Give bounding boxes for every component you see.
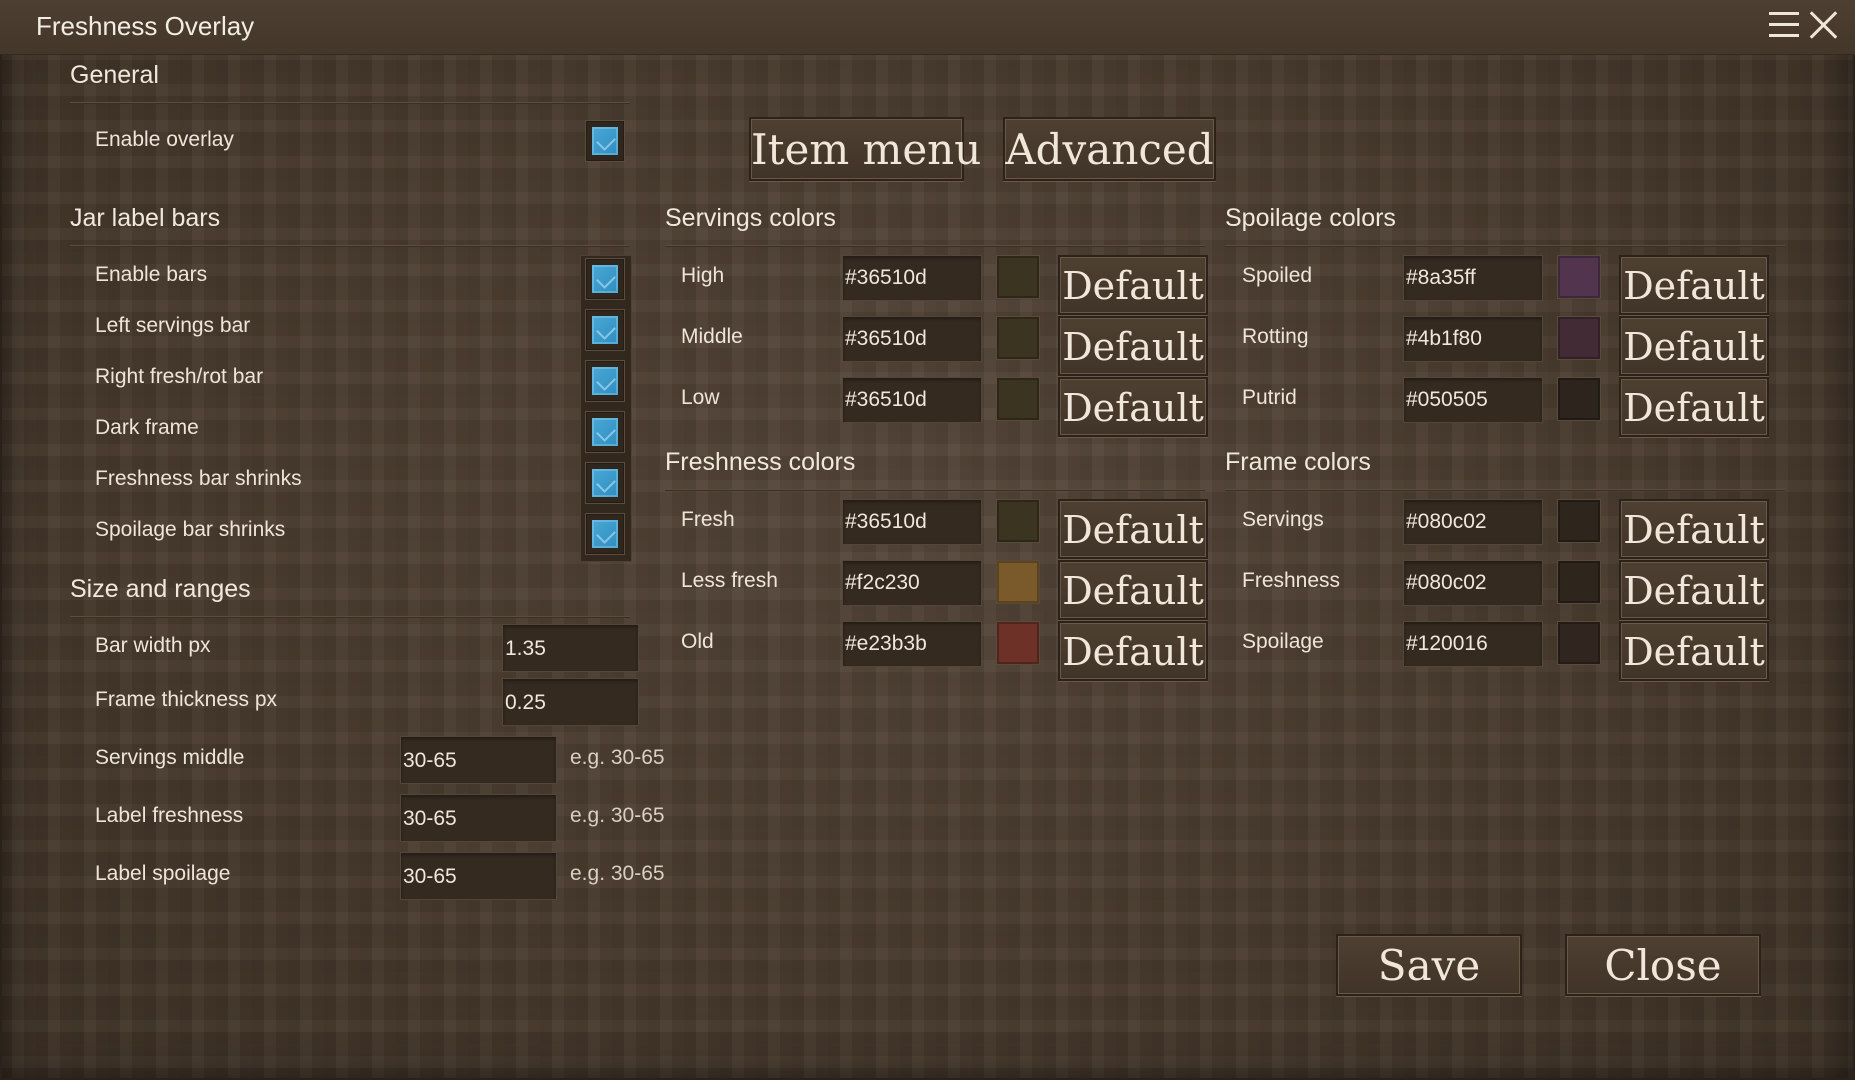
frame-spoilage-default-button[interactable]: Default xyxy=(1619,621,1769,681)
rotting-color-swatch[interactable] xyxy=(1557,316,1601,360)
enable-bars-checkbox[interactable] xyxy=(585,258,625,300)
bar-width-label: Bar width px xyxy=(95,634,211,657)
close-icon[interactable] xyxy=(1809,10,1839,40)
servings-middle-label: Servings middle xyxy=(95,746,245,769)
section-spoilage-colors-heading: Spoilage colors xyxy=(1225,204,1396,232)
hamburger-menu-icon[interactable] xyxy=(1769,12,1799,38)
frame-servings-color-swatch[interactable] xyxy=(1557,499,1601,543)
frame-spoilage-label: Spoilage xyxy=(1242,630,1324,653)
fresh-color-input[interactable]: #36510d xyxy=(842,499,982,545)
putrid-color-swatch[interactable] xyxy=(1557,377,1601,421)
divider xyxy=(70,616,630,617)
servings-middle-color-input[interactable]: #36510d xyxy=(842,316,982,362)
enable-bars-label: Enable bars xyxy=(95,263,208,286)
frame-thickness-input[interactable]: 0.25 xyxy=(502,678,639,726)
bar-width-input[interactable]: 1.35 xyxy=(502,624,639,672)
spoiled-default-button[interactable]: Default xyxy=(1619,255,1769,315)
item-menu-button[interactable]: Item menu xyxy=(749,117,981,181)
divider xyxy=(1225,245,1785,246)
frame-freshness-default-button[interactable]: Default xyxy=(1619,560,1769,620)
frame-spoilage-color-swatch[interactable] xyxy=(1557,621,1601,665)
less-fresh-label: Less fresh xyxy=(681,569,778,592)
frame-spoilage-color-input[interactable]: #120016 xyxy=(1403,621,1543,667)
servings-high-color-swatch[interactable] xyxy=(996,255,1040,299)
enable-overlay-checkbox[interactable] xyxy=(585,120,625,162)
servings-low-color-input[interactable]: #36510d xyxy=(842,377,982,423)
servings-middle-color-swatch[interactable] xyxy=(996,316,1040,360)
close-button[interactable]: Close xyxy=(1565,934,1761,996)
divider xyxy=(70,102,630,103)
servings-middle-color-label: Middle xyxy=(681,325,743,348)
divider xyxy=(665,489,1205,490)
servings-high-default-button[interactable]: Default xyxy=(1058,255,1208,315)
spoiled-color-swatch[interactable] xyxy=(1557,255,1601,299)
old-default-button[interactable]: Default xyxy=(1058,621,1208,681)
frame-freshness-color-input[interactable]: #080c02 xyxy=(1403,560,1543,606)
servings-low-label: Low xyxy=(681,386,720,409)
label-spoilage-label: Label spoilage xyxy=(95,862,231,885)
rotting-default-button[interactable]: Default xyxy=(1619,316,1769,376)
servings-middle-default-button[interactable]: Default xyxy=(1058,316,1208,376)
spoilage-bar-shrinks-label: Spoilage bar shrinks xyxy=(95,518,286,541)
enable-overlay-label: Enable overlay xyxy=(95,128,234,151)
servings-low-color-swatch[interactable] xyxy=(996,377,1040,421)
divider xyxy=(1225,489,1785,490)
frame-servings-color-input[interactable]: #080c02 xyxy=(1403,499,1543,545)
section-freshness-colors-heading: Freshness colors xyxy=(665,448,856,476)
less-fresh-color-swatch[interactable] xyxy=(996,560,1040,604)
right-fresh-rot-bar-checkbox[interactable] xyxy=(585,360,625,402)
frame-freshness-label: Freshness xyxy=(1242,569,1341,592)
spoiled-label: Spoiled xyxy=(1242,264,1313,287)
fresh-color-swatch[interactable] xyxy=(996,499,1040,543)
freshness-bar-shrinks-label: Freshness bar shrinks xyxy=(95,467,302,490)
rotting-label: Rotting xyxy=(1242,325,1309,348)
spoilage-bar-shrinks-checkbox[interactable] xyxy=(585,513,625,555)
save-button[interactable]: Save xyxy=(1336,934,1522,996)
section-servings-colors-heading: Servings colors xyxy=(665,204,836,232)
servings-low-default-button[interactable]: Default xyxy=(1058,377,1208,437)
less-fresh-color-input[interactable]: #f2c230 xyxy=(842,560,982,606)
right-fresh-rot-bar-label: Right fresh/rot bar xyxy=(95,365,264,388)
fresh-default-button[interactable]: Default xyxy=(1058,499,1208,559)
servings-high-label: High xyxy=(681,264,725,287)
window-title: Freshness Overlay xyxy=(36,11,255,41)
less-fresh-default-button[interactable]: Default xyxy=(1058,560,1208,620)
rotting-color-input[interactable]: #4b1f80 xyxy=(1403,316,1543,362)
dark-frame-label: Dark frame xyxy=(95,416,199,439)
label-spoilage-hint: e.g. 30-65 xyxy=(570,862,665,885)
label-spoilage-input[interactable]: 30-65 xyxy=(400,852,557,900)
servings-high-color-input[interactable]: #36510d xyxy=(842,255,982,301)
fresh-label: Fresh xyxy=(681,508,735,531)
old-color-swatch[interactable] xyxy=(996,621,1040,665)
advanced-button[interactable]: Advanced xyxy=(1003,117,1216,181)
frame-servings-label: Servings xyxy=(1242,508,1324,531)
servings-middle-input[interactable]: 30-65 xyxy=(400,736,557,784)
section-general-heading: General xyxy=(70,61,159,89)
freshness-bar-shrinks-checkbox[interactable] xyxy=(585,462,625,504)
left-servings-bar-label: Left servings bar xyxy=(95,314,251,337)
frame-servings-default-button[interactable]: Default xyxy=(1619,499,1769,559)
label-freshness-input[interactable]: 30-65 xyxy=(400,794,557,842)
frame-freshness-color-swatch[interactable] xyxy=(1557,560,1601,604)
freshness-overlay-window: Freshness Overlay General Enable overlay… xyxy=(0,0,1855,1080)
section-jar-label-bars-heading: Jar label bars xyxy=(70,204,221,232)
putrid-label: Putrid xyxy=(1242,386,1297,409)
divider xyxy=(70,245,630,246)
dark-frame-checkbox[interactable] xyxy=(585,411,625,453)
frame-thickness-label: Frame thickness px xyxy=(95,688,278,711)
putrid-default-button[interactable]: Default xyxy=(1619,377,1769,437)
divider xyxy=(665,245,1205,246)
section-size-ranges-heading: Size and ranges xyxy=(70,575,251,603)
spoiled-color-input[interactable]: #8a35ff xyxy=(1403,255,1543,301)
servings-middle-hint: e.g. 30-65 xyxy=(570,746,665,769)
label-freshness-label: Label freshness xyxy=(95,804,244,827)
title-bar[interactable] xyxy=(0,0,1855,55)
section-frame-colors-heading: Frame colors xyxy=(1225,448,1371,476)
old-label: Old xyxy=(681,630,714,653)
old-color-input[interactable]: #e23b3b xyxy=(842,621,982,667)
putrid-color-input[interactable]: #050505 xyxy=(1403,377,1543,423)
left-servings-bar-checkbox[interactable] xyxy=(585,309,625,351)
label-freshness-hint: e.g. 30-65 xyxy=(570,804,665,827)
